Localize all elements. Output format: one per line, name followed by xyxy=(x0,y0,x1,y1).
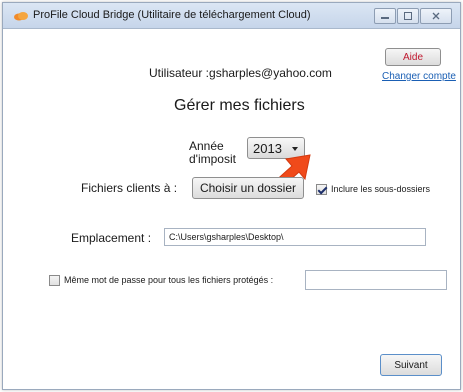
maximize-icon[interactable] xyxy=(397,8,419,24)
app-window: ProFile Cloud Bridge (Utilitaire de télé… xyxy=(2,2,461,390)
title-bar[interactable]: ProFile Cloud Bridge (Utilitaire de télé… xyxy=(3,3,460,29)
change-account-link[interactable]: Changer compte xyxy=(382,71,456,82)
main-panel: Aide Changer compte Utilisateur :gsharpl… xyxy=(3,30,460,389)
tax-year-label: Année d'imposit xyxy=(189,140,236,166)
help-button[interactable]: Aide xyxy=(385,48,441,66)
cloud-icon xyxy=(14,12,28,21)
choose-folder-label: Choisir un dossier xyxy=(199,181,297,195)
tax-year-label-line1: Année xyxy=(189,139,224,153)
same-password-checkbox[interactable] xyxy=(49,275,60,286)
next-button[interactable]: Suivant xyxy=(380,354,442,376)
same-password-label: Même mot de passe pour tous les fichiers… xyxy=(64,275,274,285)
window-controls xyxy=(373,8,452,24)
choose-folder-button[interactable]: Choisir un dossier xyxy=(192,177,304,199)
window-title: ProFile Cloud Bridge (Utilitaire de télé… xyxy=(33,9,311,21)
location-field[interactable]: C:\Users\gsharples\Desktop\ xyxy=(164,228,426,246)
help-button-label: Aide xyxy=(402,51,423,63)
user-email: Utilisateur :gsharples@yahoo.com xyxy=(149,66,332,80)
minimize-icon[interactable] xyxy=(374,8,396,24)
include-subfolders-checkbox[interactable] xyxy=(316,184,327,195)
location-value: C:\Users\gsharples\Desktop\ xyxy=(169,232,284,242)
next-button-label: Suivant xyxy=(394,359,428,371)
client-files-label: Fichiers clients à : xyxy=(81,181,178,195)
page-title: Gérer mes fichiers xyxy=(174,97,305,114)
location-label: Emplacement : xyxy=(71,231,152,245)
tax-year-label-line2: d'imposit xyxy=(189,152,236,166)
close-icon[interactable] xyxy=(420,8,452,24)
include-subfolders-label: Inclure les sous-dossiers xyxy=(331,184,431,194)
password-field[interactable] xyxy=(305,270,447,290)
